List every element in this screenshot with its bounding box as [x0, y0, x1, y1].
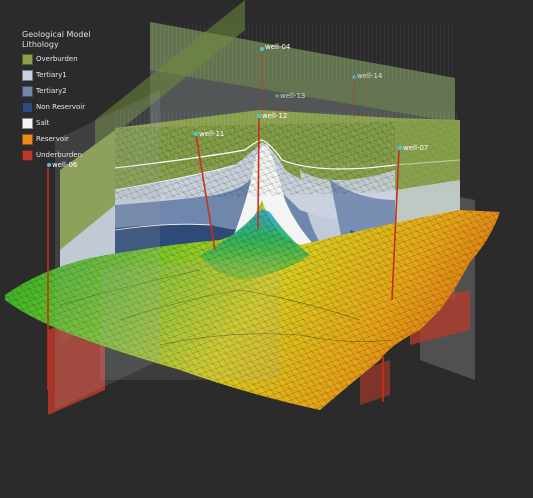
well-07-marker[interactable]: well-07 — [398, 144, 428, 152]
legend-label: Tertiary2 — [36, 87, 67, 95]
legend-title-line2: Lithology — [22, 40, 59, 49]
legend-label: Salt — [36, 119, 50, 127]
well-13-marker[interactable]: well-13 — [275, 92, 305, 100]
legend-item-salt: Salt — [22, 116, 122, 130]
well-12-marker[interactable]: well-12 — [257, 112, 287, 120]
legend-label: Overburden — [36, 55, 78, 63]
legend-swatch — [22, 133, 33, 145]
well-06-marker[interactable]: well-06 — [47, 161, 78, 169]
legend-label: Underburden — [36, 151, 83, 159]
legend-label: Reservoir — [36, 135, 69, 143]
legend-label: Non Reservoir — [36, 103, 86, 111]
well-12-trajectory — [257, 117, 260, 231]
legend-item-tertiary1: Tertiary1 — [22, 68, 122, 82]
legend-swatch — [22, 85, 33, 97]
legend-item-reservoir: Reservoir — [22, 132, 122, 146]
well-14-marker[interactable]: well-14 — [352, 72, 383, 80]
3d-viewport[interactable]: well-04 well-14 well-13 well-11 well-12 … — [0, 0, 533, 498]
well-07-label: well-07 — [403, 144, 428, 152]
legend-item-underburden: Underburden — [22, 148, 122, 162]
lithology-legend: Geological Model Lithology Overburden Ter… — [22, 30, 122, 162]
legend-swatch — [22, 117, 33, 129]
legend-item-non-reservoir: Non Reservoir — [22, 100, 122, 114]
well-06-label: well-06 — [52, 161, 78, 169]
legend-item-overburden: Overburden — [22, 52, 122, 66]
well-13-label: well-13 — [280, 92, 305, 100]
legend-label: Tertiary1 — [36, 71, 67, 79]
well-12-label: well-12 — [262, 112, 287, 120]
well-04-marker[interactable]: well-04 — [260, 43, 291, 51]
legend-swatch — [22, 149, 33, 161]
legend-swatch — [22, 69, 33, 81]
well-14-label: well-14 — [357, 72, 383, 80]
legend-item-tertiary2: Tertiary2 — [22, 84, 122, 98]
legend-swatch — [22, 101, 33, 113]
well-11-label: well-11 — [199, 130, 224, 138]
legend-items: Overburden Tertiary1 Tertiary2 Non Reservoi… — [22, 52, 122, 162]
well-04-label: well-04 — [265, 43, 291, 51]
well-11-marker[interactable]: well-11 — [194, 130, 224, 138]
legend-swatch — [22, 53, 33, 65]
legend-title-line1: Geological Model — [22, 30, 91, 39]
